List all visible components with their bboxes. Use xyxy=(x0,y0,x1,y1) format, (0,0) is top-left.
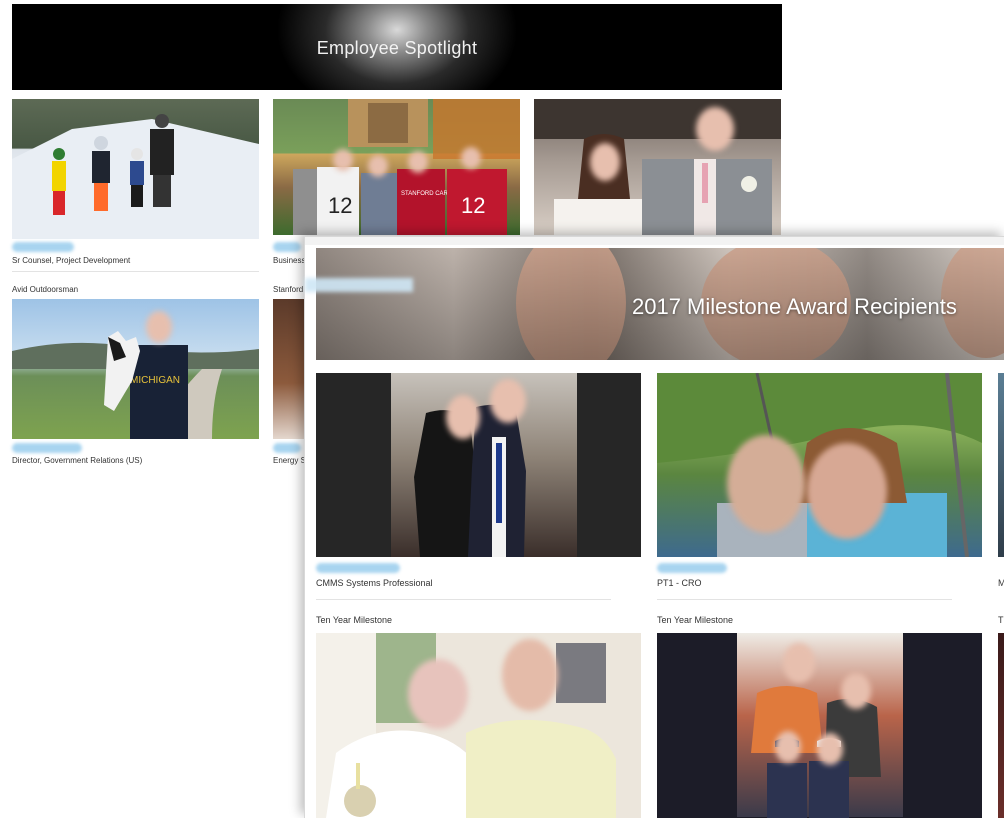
blurred-face xyxy=(461,147,481,169)
shirt-text: MICHIGAN xyxy=(130,375,180,386)
wedding-photo xyxy=(534,99,781,235)
recipient-photo[interactable] xyxy=(657,633,982,818)
blurred-face xyxy=(446,395,480,439)
recipient-name-blurred[interactable] xyxy=(316,563,400,573)
employee-note: Stanford xyxy=(273,285,304,294)
employee-role: Business xyxy=(273,256,306,265)
ski-photo xyxy=(12,99,259,239)
employee-name-blurred[interactable] xyxy=(12,443,82,453)
spotlight-card[interactable]: Sr Counsel, Project Development xyxy=(12,99,259,274)
spotlight-banner: Employee Spotlight xyxy=(12,4,782,90)
field-photo: MICHIGAN xyxy=(12,299,259,439)
employee-photo xyxy=(273,299,305,439)
blurred-face xyxy=(783,643,815,683)
blurred-face xyxy=(807,443,887,539)
spotlight-card[interactable] xyxy=(534,99,781,235)
blurred-face xyxy=(775,731,801,763)
divider xyxy=(12,271,259,272)
blurred-face xyxy=(502,639,558,711)
milestone-banner: 2017 Milestone Award Recipients xyxy=(316,248,1004,360)
divider xyxy=(316,599,611,600)
stadium-photo: 12 STANFORD CARDINAL 12 xyxy=(273,99,520,235)
spotlight-card[interactable]: Stanford Energy S xyxy=(273,283,306,473)
recipient-photo[interactable] xyxy=(316,373,641,557)
spotlight-title: Employee Spotlight xyxy=(316,38,478,58)
recipient-name-blurred[interactable] xyxy=(657,563,727,573)
milestone-page: 2017 Milestone Award Recipients CMMS Sys… xyxy=(304,236,1004,818)
blurred-face xyxy=(333,149,353,171)
recipient-role: PT1 - CRO xyxy=(657,578,702,588)
spotlight-card[interactable]: Avid Outdoorsman MICHIGAN Director, Gove… xyxy=(12,283,259,473)
milestone-title: 2017 Milestone Award Recipients xyxy=(632,294,957,319)
employee-name-blurred[interactable] xyxy=(273,242,301,252)
recipient-photo[interactable] xyxy=(998,633,1004,818)
divider xyxy=(657,599,952,600)
blurred-face xyxy=(696,107,734,151)
milestone-tag: Ten Year Milestone xyxy=(316,615,393,625)
recipient-photo[interactable] xyxy=(998,373,1004,557)
employee-name-blurred[interactable] xyxy=(273,443,301,453)
window-top xyxy=(305,237,1004,245)
recipient-role: M xyxy=(998,578,1004,588)
jersey-number: 12 xyxy=(461,193,485,218)
employee-name-blurred[interactable] xyxy=(12,242,74,252)
employee-role: Sr Counsel, Project Development xyxy=(12,256,131,265)
overlay-name-blurred xyxy=(305,278,413,292)
recipient-photo[interactable] xyxy=(657,373,982,557)
milestone-tag: Ten Year Milestone xyxy=(657,615,734,625)
blurred-face xyxy=(490,379,526,423)
blurred-face xyxy=(590,143,620,181)
blurred-face xyxy=(408,151,428,173)
employee-role: Energy S xyxy=(273,456,306,465)
milestone-tag: T xyxy=(998,615,1004,625)
blurred-face xyxy=(146,311,172,343)
blurred-face xyxy=(368,155,388,177)
jersey-number: 12 xyxy=(328,193,352,218)
blurred-face xyxy=(841,673,871,709)
recipient-photo[interactable] xyxy=(316,633,641,818)
blurred-face xyxy=(817,733,843,765)
blurred-face xyxy=(408,659,468,729)
recipient-role: CMMS Systems Professional xyxy=(316,578,433,588)
employee-role: Director, Government Relations (US) xyxy=(12,456,143,465)
employee-note: Avid Outdoorsman xyxy=(12,285,79,294)
blurred-face xyxy=(727,435,805,533)
